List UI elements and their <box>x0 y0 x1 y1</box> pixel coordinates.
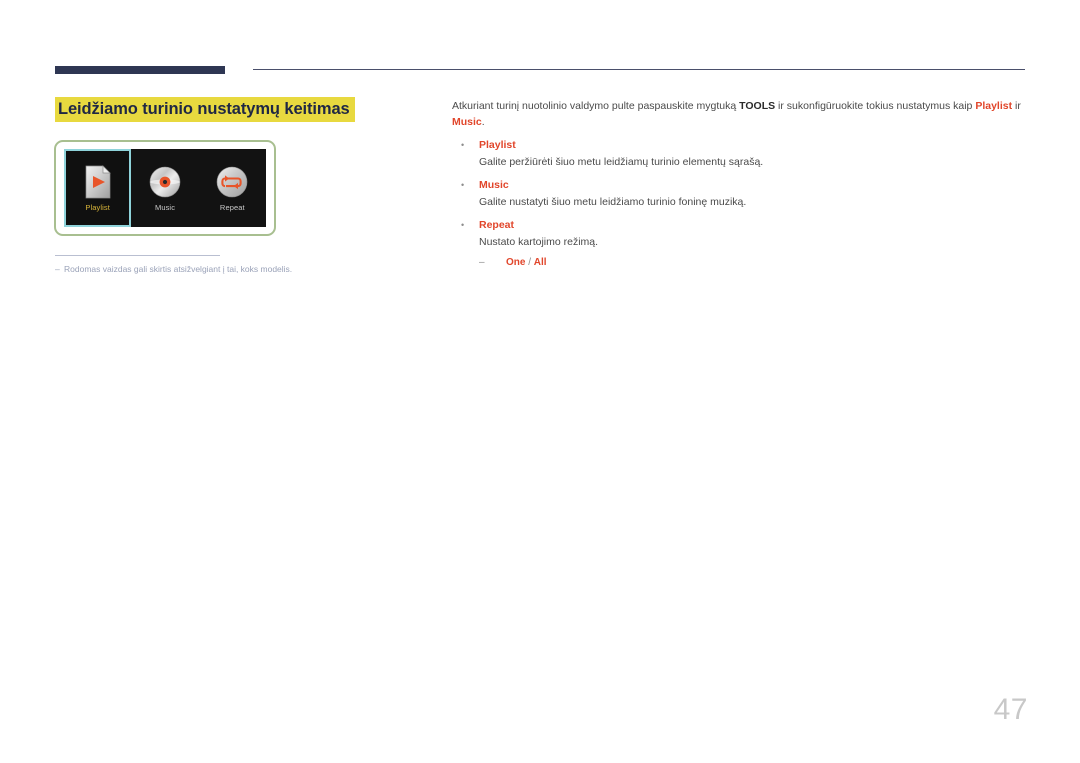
bullet-description-repeat: Nustato kartojimo režimą. <box>479 236 599 248</box>
bullet-row-music: • Music <box>452 178 1027 193</box>
intro-music-keyword: Music <box>452 116 482 128</box>
intro-playlist-keyword: Playlist <box>975 100 1013 112</box>
bullet-row-playlist: • Playlist <box>452 138 1027 153</box>
bullet-marker: • <box>461 220 465 230</box>
figure-footnote: ‒ Rodomas vaizdas gali skirtis atsižvelg… <box>55 255 355 275</box>
figure-device-screen: Playlist Music Repeat <box>54 140 276 236</box>
footnote-row: ‒ Rodomas vaizdas gali skirtis atsižvelg… <box>55 263 355 275</box>
list-item: • Music Galite nustatyti šiuo metu leidž… <box>452 178 1027 210</box>
bullet-label-repeat: Repeat <box>479 219 515 231</box>
header-accent-bar <box>55 66 225 74</box>
sub-option-one: One <box>506 257 526 268</box>
tile-label-playlist: Playlist <box>85 203 110 212</box>
intro-part3: ir <box>1012 100 1021 112</box>
intro-part2: ir sukonfigūruokite tokius nustatymus ka… <box>775 100 976 112</box>
header-rule-group <box>0 0 1080 74</box>
sub-dash-marker: ‒ <box>479 257 485 268</box>
bullet-label-music: Music <box>479 179 509 191</box>
tile-repeat[interactable]: Repeat <box>199 149 266 227</box>
footnote-divider <box>55 255 220 256</box>
sub-label-repeat-options: One / All <box>506 255 547 270</box>
page-number: 47 <box>993 693 1028 726</box>
tile-playlist[interactable]: Playlist <box>64 149 132 227</box>
sub-option-separator: / <box>525 257 534 268</box>
bullet-row-repeat: • Repeat <box>452 218 1027 233</box>
intro-tools-keyword: TOOLS <box>739 100 776 112</box>
playlist-page-play-icon <box>80 164 116 200</box>
sub-item-repeat-options: ‒ One / All <box>479 255 1027 270</box>
page-title: Leidžiamo turinio nustatymų keitimas <box>55 97 355 122</box>
bullet-label-playlist: Playlist <box>479 139 516 151</box>
content-column: Atkuriant turinį nuotolinio valdymo pult… <box>452 98 1027 270</box>
footnote-text: Rodomas vaizdas gali skirtis atsižvelgia… <box>64 264 293 274</box>
repeat-loop-arrow-icon <box>214 164 250 200</box>
footnote-dash-marker: ‒ <box>55 264 60 274</box>
tile-label-repeat: Repeat <box>219 203 245 212</box>
bullet-description-music: Galite nustatyti šiuo metu leidžiamo tur… <box>479 196 747 208</box>
sub-option-all: All <box>533 257 547 268</box>
tile-music[interactable]: Music <box>131 149 198 227</box>
intro-paragraph: Atkuriant turinį nuotolinio valdymo pult… <box>452 98 1027 130</box>
music-cd-disc-icon <box>147 164 183 200</box>
bullet-marker: • <box>461 140 465 150</box>
list-item: • Playlist Galite peržiūrėti šiuo metu l… <box>452 138 1027 170</box>
bullet-description-playlist: Galite peržiūrėti šiuo metu leidžiamų tu… <box>479 156 764 168</box>
list-item: • Repeat Nustato kartojimo režimą. ‒ One… <box>452 218 1027 270</box>
header-divider-line <box>253 69 1025 70</box>
intro-part4: . <box>481 116 485 128</box>
device-screen-background: Playlist Music Repeat <box>64 149 266 227</box>
bullet-marker: • <box>461 180 465 190</box>
tile-label-music: Music <box>154 203 176 212</box>
intro-part1: Atkuriant turinį nuotolinio valdymo pult… <box>452 100 740 112</box>
page-title-text: Leidžiamo turinio nustatymų keitimas <box>55 97 355 122</box>
